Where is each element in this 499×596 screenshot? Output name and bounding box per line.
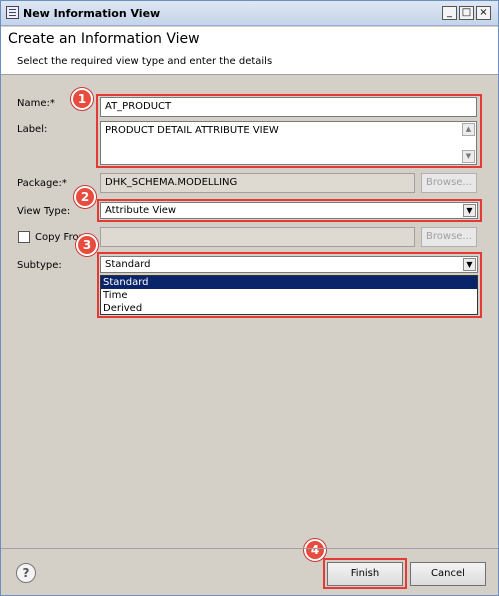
- package-label: Package:*: [17, 178, 67, 189]
- dialog-heading: Create an Information View: [8, 31, 200, 47]
- callout-badge-2: 2: [74, 186, 96, 208]
- close-button[interactable]: ×: [476, 6, 491, 20]
- minimize-button[interactable]: _: [442, 6, 457, 20]
- dialog-description: Select the required view type and enter …: [17, 56, 273, 67]
- label-label: Label:: [17, 124, 48, 135]
- copy-from-input[interactable]: [100, 227, 415, 247]
- dialog-window: New Information View _ □ × Create an Inf…: [0, 0, 499, 596]
- maximize-button[interactable]: □: [459, 6, 474, 20]
- subtype-label: Subtype:: [17, 260, 62, 271]
- callout-badge-4: 4: [304, 539, 326, 561]
- name-label: Name:*: [17, 98, 55, 109]
- cancel-button[interactable]: Cancel: [410, 562, 486, 586]
- highlight-box-1: [96, 94, 482, 168]
- copy-from-checkbox[interactable]: [18, 231, 30, 243]
- title-bar: New Information View _ □ ×: [1, 1, 498, 26]
- dialog-header: Create an Information View Select the re…: [1, 27, 498, 75]
- callout-badge-3: 3: [76, 234, 98, 256]
- view-type-label: View Type:: [17, 206, 71, 217]
- package-input[interactable]: DHK_SCHEMA.MODELLING: [100, 173, 415, 193]
- highlight-box-2: [97, 199, 482, 222]
- package-browse-button[interactable]: Browse...: [421, 173, 477, 193]
- highlight-box-3: [97, 252, 482, 318]
- help-icon[interactable]: ?: [16, 563, 36, 583]
- footer-divider: [1, 548, 498, 549]
- copy-from-browse-button[interactable]: Browse...: [421, 227, 477, 247]
- finish-button[interactable]: Finish: [327, 562, 403, 586]
- callout-badge-1: 1: [71, 88, 93, 110]
- window-title: New Information View: [23, 7, 161, 20]
- window-icon: [6, 6, 19, 19]
